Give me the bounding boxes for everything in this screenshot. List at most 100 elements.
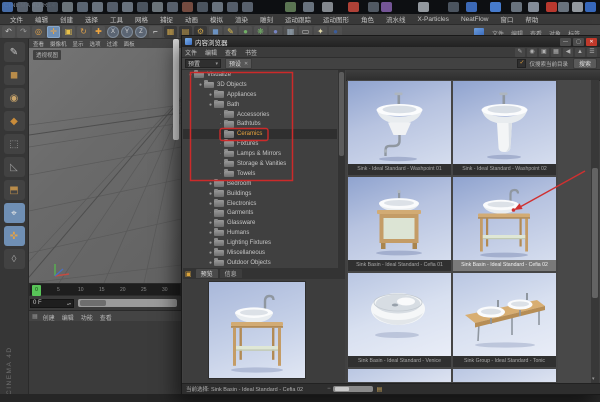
menu-item-[interactable]: 运动图形: [317, 14, 355, 24]
tree-item-bedroom[interactable]: ●Bedroom: [183, 179, 337, 189]
axis-mode-icon[interactable]: ⌖: [4, 203, 25, 223]
partial-thumbnail[interactable]: [453, 369, 556, 382]
redo-icon[interactable]: ↷: [17, 26, 30, 38]
material-menu-[interactable]: 查看: [100, 316, 112, 322]
taskbar-icon[interactable]: [47, 2, 58, 12]
expander-dot[interactable]: ●: [207, 102, 214, 108]
expander-dot[interactable]: ●: [207, 181, 214, 187]
partial-thumbnail[interactable]: [348, 369, 451, 382]
asset-thumbnail-washpoint01[interactable]: Sink - Ideal Standard - Washpoint 01: [348, 81, 451, 175]
timeline-ruler[interactable]: 051015202530 0: [30, 284, 180, 295]
tree-item-appliances[interactable]: ●Appliances: [183, 90, 337, 100]
viewport-menu-[interactable]: 摄像机: [50, 40, 67, 48]
browser-menu-[interactable]: 文件: [185, 48, 197, 57]
expander-dot[interactable]: ●: [207, 191, 214, 197]
viewport-menu-[interactable]: 查看: [33, 40, 44, 48]
coord-system-icon[interactable]: ⌐: [149, 26, 162, 38]
menu-item-[interactable]: 文件: [4, 14, 29, 24]
browser-menu-[interactable]: 查看: [225, 48, 237, 57]
asset-thumbnail-tonic[interactable]: Sink Group - Ideal Standard - Tonic: [453, 273, 556, 367]
material-menu-[interactable]: 编辑: [62, 316, 74, 322]
new-folder-icon[interactable]: ▣: [539, 48, 549, 57]
tree-item-ceramics[interactable]: ·Ceramics: [183, 129, 337, 139]
asset-thumbnail-washpoint02[interactable]: Sink - Ideal Standard - Washpoint 02: [453, 81, 556, 175]
taskbar-icon[interactable]: [418, 2, 429, 12]
tree-scrollbar-handle[interactable]: [339, 72, 344, 156]
bookmark-dropdown[interactable]: 预置 ▾: [185, 59, 221, 68]
taskbar-icon[interactable]: [572, 2, 583, 12]
taskbar-icon[interactable]: [107, 2, 118, 12]
scale-tool-icon[interactable]: ▣: [62, 26, 75, 38]
taskbar-icon[interactable]: [303, 2, 314, 12]
menu-item-x-particles[interactable]: X-Particles: [412, 16, 455, 23]
polygons-mode-icon[interactable]: ⬒: [4, 180, 25, 200]
tree-item-humans[interactable]: ●Humans: [183, 228, 337, 238]
x-axis-lock-icon[interactable]: X: [107, 26, 119, 38]
back-icon[interactable]: ◀: [563, 48, 573, 57]
search-button[interactable]: 搜索: [573, 58, 597, 69]
tree-item-bathtubs[interactable]: ·Bathtubs: [183, 119, 337, 129]
taskbar-icon[interactable]: [167, 2, 178, 12]
up-icon[interactable]: ▲: [575, 48, 585, 57]
taskbar-icon[interactable]: [490, 2, 501, 12]
taskbar-icon[interactable]: [62, 2, 73, 12]
asset-thumbnail-cefia02[interactable]: Sink Basin - Ideal Standard - Cefia 02: [453, 177, 556, 271]
thumbnail-size-handle[interactable]: [335, 387, 349, 391]
preview-icon[interactable]: ◉: [527, 48, 537, 57]
menu-item-[interactable]: 选择: [79, 14, 104, 24]
tree-item-miscellaneous[interactable]: ●Miscellaneous: [183, 248, 337, 258]
minimize-button[interactable]: —: [560, 38, 571, 46]
tree-item-storage-vanities[interactable]: ·Storage & Vanities: [183, 159, 337, 169]
search-scope-checkbox[interactable]: ✓: [517, 59, 526, 68]
hidden-panel-scrollbar[interactable]: [173, 39, 179, 140]
material-checkbox-icon[interactable]: ▦: [32, 313, 38, 320]
expander-dot[interactable]: ●: [207, 250, 214, 256]
tree-item-accessories[interactable]: ·Accessories: [183, 110, 337, 120]
taskbar-icon[interactable]: [368, 2, 379, 12]
taskbar-icon[interactable]: [381, 2, 392, 12]
menu-item-[interactable]: 编辑: [29, 14, 54, 24]
last-tool-icon[interactable]: ✚: [92, 26, 105, 38]
texture-mode-icon[interactable]: ◉: [4, 88, 25, 108]
menu-item-[interactable]: 网格: [129, 14, 154, 24]
menu-item-[interactable]: 工具: [104, 14, 129, 24]
taskbar-icon[interactable]: [242, 2, 253, 12]
size-minus-icon[interactable]: −: [327, 386, 331, 392]
workplane-mode-icon[interactable]: ◆: [4, 111, 25, 131]
expander-dot[interactable]: ●: [187, 72, 194, 78]
pencil-tool-icon[interactable]: ✎: [4, 42, 25, 62]
tree-item-glassware[interactable]: ●Glassware: [183, 218, 337, 228]
thumbnail-size-slider[interactable]: [333, 386, 373, 392]
timeline-playhead[interactable]: 0: [32, 285, 41, 296]
taskbar-icon[interactable]: [152, 2, 163, 12]
monitor-icon[interactable]: ▦: [551, 48, 561, 57]
menu-item-[interactable]: 雕刻: [254, 14, 279, 24]
tree-item-lighting-fixtures[interactable]: ●Lighting Fixtures: [183, 238, 337, 248]
menu-item-[interactable]: 创建: [54, 14, 79, 24]
menu-item-neatflow[interactable]: NeatFlow: [455, 16, 494, 23]
viewport-menu-[interactable]: 显示: [73, 40, 84, 48]
tab-preview[interactable]: 预览: [196, 269, 218, 278]
expander-dot[interactable]: ●: [207, 230, 214, 236]
tab-info[interactable]: 信息: [220, 269, 242, 278]
taskbar-icon[interactable]: [348, 2, 359, 12]
viewport-menu-[interactable]: 面板: [124, 40, 135, 48]
viewport-menu-[interactable]: 过滤: [107, 40, 118, 48]
bookmark-icon[interactable]: ▣: [185, 270, 192, 278]
tree-item-outdoor-objects[interactable]: ●Outdoor Objects: [183, 258, 337, 268]
expander-dot[interactable]: ●: [207, 201, 214, 207]
material-menu-[interactable]: 创建: [43, 316, 55, 322]
taskbar-icon[interactable]: [322, 2, 333, 12]
menu-item-[interactable]: 模拟: [204, 14, 229, 24]
viewport-menu-[interactable]: 选项: [90, 40, 101, 48]
edit-icon[interactable]: ✎: [515, 48, 525, 57]
menu-item-[interactable]: 角色: [355, 14, 380, 24]
taskbar-icon[interactable]: [528, 2, 539, 12]
asset-thumbnail-cefia01[interactable]: Sink Basin - Ideal Standard - Cefia 01: [348, 177, 451, 271]
taskbar-icon[interactable]: [77, 2, 88, 12]
live-selection-icon[interactable]: ◎: [32, 26, 45, 38]
close-tab-icon[interactable]: ✕: [244, 61, 248, 67]
tree-item-lamps-mirrors[interactable]: ·Lamps & Mirrors: [183, 149, 337, 159]
taskbar-icon[interactable]: [558, 2, 569, 12]
tree-item-3d-objects[interactable]: ●3D Objects: [183, 80, 337, 90]
